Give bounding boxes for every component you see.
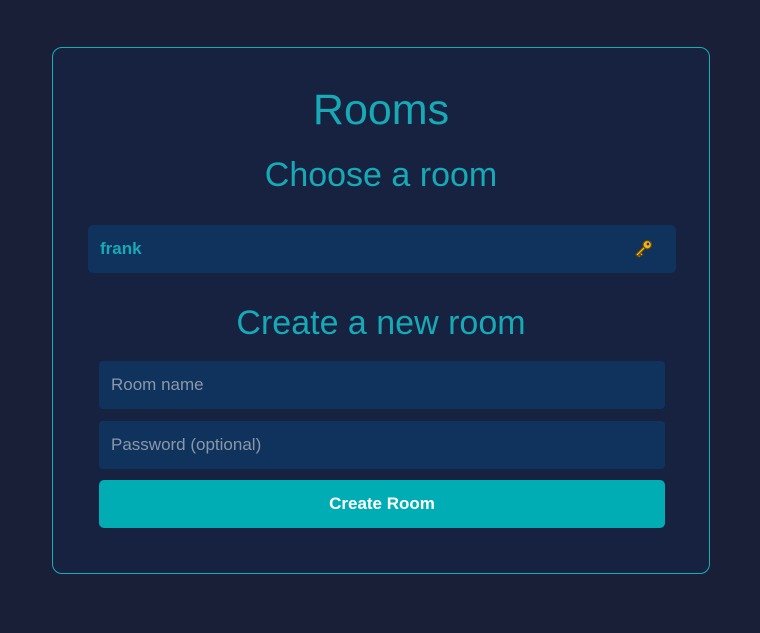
rooms-panel: Rooms Choose a room frank Create a new r…	[52, 47, 710, 574]
key-icon	[635, 239, 653, 258]
room-name-label: frank	[100, 239, 142, 258]
room-name-input[interactable]	[99, 361, 665, 409]
room-password-input[interactable]	[99, 421, 665, 469]
create-room-button[interactable]: Create Room	[99, 480, 665, 528]
choose-room-heading: Choose a room	[264, 156, 498, 194]
room-item-frank[interactable]: frank	[88, 225, 676, 273]
create-room-heading: Create a new room	[236, 304, 526, 342]
page-title: Rooms	[312, 86, 450, 134]
